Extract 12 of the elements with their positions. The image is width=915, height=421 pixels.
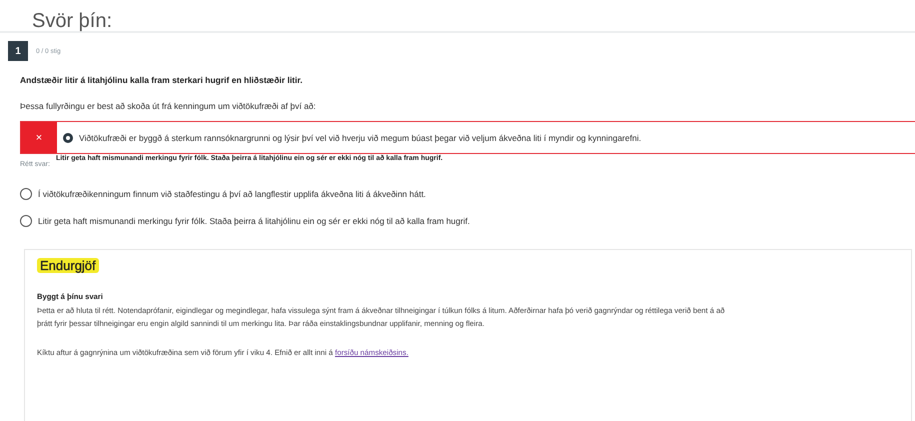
radio-button[interactable] bbox=[20, 188, 32, 200]
answer-text: Viðtökufræði er byggð á sterkum rannsóknargrunni og lýsir því vel við hverju við megum búast þegar við veljum ákveðna liti í myndir og kynningarefni. bbox=[79, 132, 642, 142]
question-statement: Andstæðir litir á litahjólinu kalla fram sterkari hugrif en hliðstæðir litir. bbox=[20, 75, 304, 85]
question-prompt: Þessa fullyrðingu er best að skoða út frá kenningum um viðtökufræði af því að: bbox=[20, 101, 317, 111]
page-title: Svör þín: bbox=[32, 10, 114, 32]
answer-text: Í viðtökufræðikenningum finnum við staðfestingu á því að langflestir upplifa ákveðna liti á ákveðinn hátt. bbox=[38, 189, 426, 199]
question-number: 1 bbox=[8, 41, 28, 61]
answer-text: Litir geta haft mismunandi merkingu fyrir fólk. Staða þeirra á litahjólinu ein og sér er ekki nóg til að kalla fram hugrif. bbox=[38, 216, 470, 226]
feedback-heading: Endurgjöf bbox=[37, 258, 99, 273]
selected-radio[interactable] bbox=[63, 132, 73, 142]
radio-button[interactable] bbox=[20, 215, 32, 227]
incorrect-mark: × bbox=[21, 122, 57, 153]
